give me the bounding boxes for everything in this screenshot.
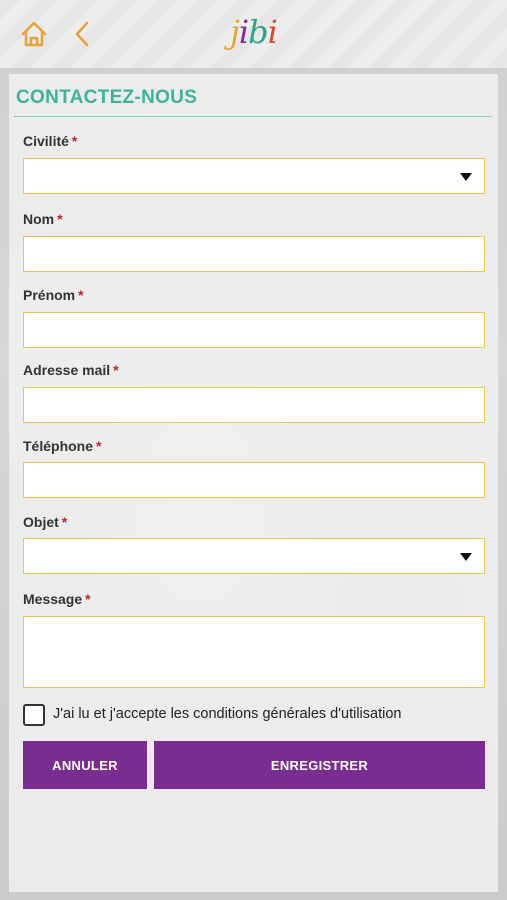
terms-label[interactable]: J'ai lu et j'accepte les conditions géné… bbox=[53, 706, 401, 722]
terms-checkbox[interactable] bbox=[23, 704, 45, 726]
required-marker: * bbox=[78, 287, 84, 303]
required-marker: * bbox=[113, 362, 119, 378]
objet-label: Objet * bbox=[23, 514, 68, 530]
required-marker: * bbox=[71, 133, 78, 149]
message-textarea[interactable] bbox=[23, 616, 485, 688]
email-field[interactable] bbox=[23, 387, 485, 423]
civilite-label: Civilité * bbox=[23, 133, 78, 149]
cancel-button[interactable]: ANNULER bbox=[23, 741, 147, 789]
telephone-label: Téléphone * bbox=[23, 438, 102, 454]
objet-select[interactable] bbox=[23, 538, 485, 574]
required-marker: * bbox=[61, 514, 68, 530]
home-icon[interactable] bbox=[20, 20, 48, 48]
required-marker: * bbox=[96, 438, 102, 454]
civilite-select[interactable] bbox=[23, 158, 485, 194]
nom-label: Nom * bbox=[23, 211, 63, 227]
message-label: Message * bbox=[23, 591, 91, 607]
title-divider bbox=[14, 116, 492, 117]
page-title: CONTACTEZ-NOUS bbox=[16, 87, 198, 108]
required-marker: * bbox=[57, 211, 63, 227]
contact-form: CONTACTEZ-NOUS Civilité * Nom * Prénom * Ad… bbox=[9, 74, 498, 892]
email-label: Adresse mail * bbox=[23, 362, 119, 378]
prenom-label: Prénom * bbox=[23, 287, 84, 303]
telephone-field[interactable] bbox=[23, 462, 485, 498]
prenom-field[interactable] bbox=[23, 312, 485, 348]
required-marker: * bbox=[85, 591, 91, 607]
nom-field[interactable] bbox=[23, 236, 485, 272]
app-logo[interactable]: jibi bbox=[230, 12, 280, 54]
chevron-left-icon[interactable] bbox=[72, 20, 92, 48]
top-bar: jibi bbox=[0, 0, 507, 68]
save-button[interactable]: ENREGISTRER bbox=[154, 741, 485, 789]
